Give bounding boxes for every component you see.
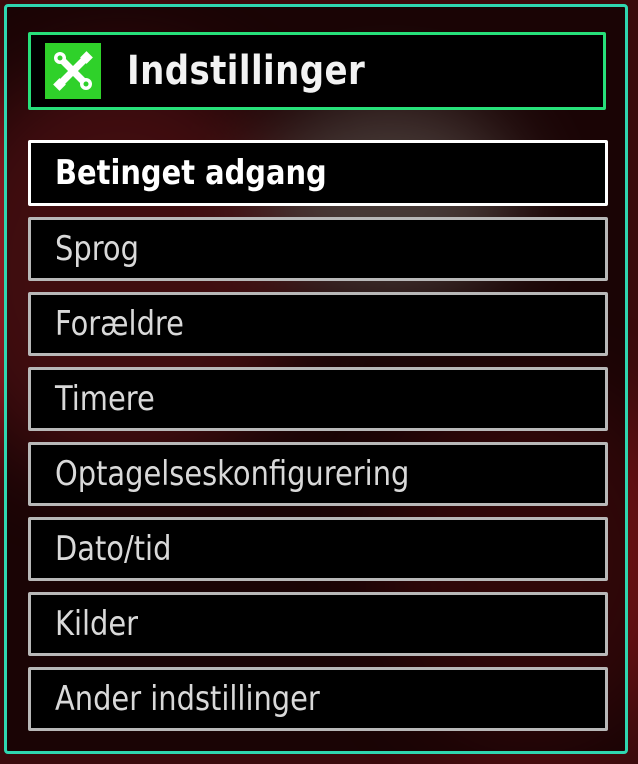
- menu-item-sources[interactable]: Kilder: [28, 592, 608, 656]
- menu-item-label: Ander indstillinger: [55, 679, 320, 719]
- menu-item-timers[interactable]: Timere: [28, 367, 608, 431]
- settings-menu-list: Betinget adgang Sprog Forældre Timere Op…: [28, 140, 608, 742]
- menu-header: Indstillinger: [28, 32, 606, 110]
- menu-item-label: Sprog: [55, 229, 139, 269]
- menu-item-label: Kilder: [55, 604, 139, 644]
- menu-item-other-settings[interactable]: Ander indstillinger: [28, 667, 608, 731]
- menu-item-date-time[interactable]: Dato/tid: [28, 517, 608, 581]
- menu-title: Indstillinger: [127, 48, 366, 94]
- menu-item-conditional-access[interactable]: Betinget adgang: [28, 140, 608, 206]
- menu-item-language[interactable]: Sprog: [28, 217, 608, 281]
- menu-item-recording-configuration[interactable]: Optagelseskonfigurering: [28, 442, 608, 506]
- menu-item-label: Forældre: [55, 304, 184, 344]
- menu-item-label: Betinget adgang: [55, 153, 327, 193]
- tv-screen: Indstillinger Betinget adgang Sprog Foræ…: [0, 0, 638, 764]
- menu-item-parental[interactable]: Forældre: [28, 292, 608, 356]
- tools-icon: [45, 43, 101, 99]
- menu-item-label: Optagelseskonfigurering: [55, 454, 410, 494]
- menu-item-label: Timere: [55, 379, 155, 419]
- menu-item-label: Dato/tid: [55, 529, 172, 569]
